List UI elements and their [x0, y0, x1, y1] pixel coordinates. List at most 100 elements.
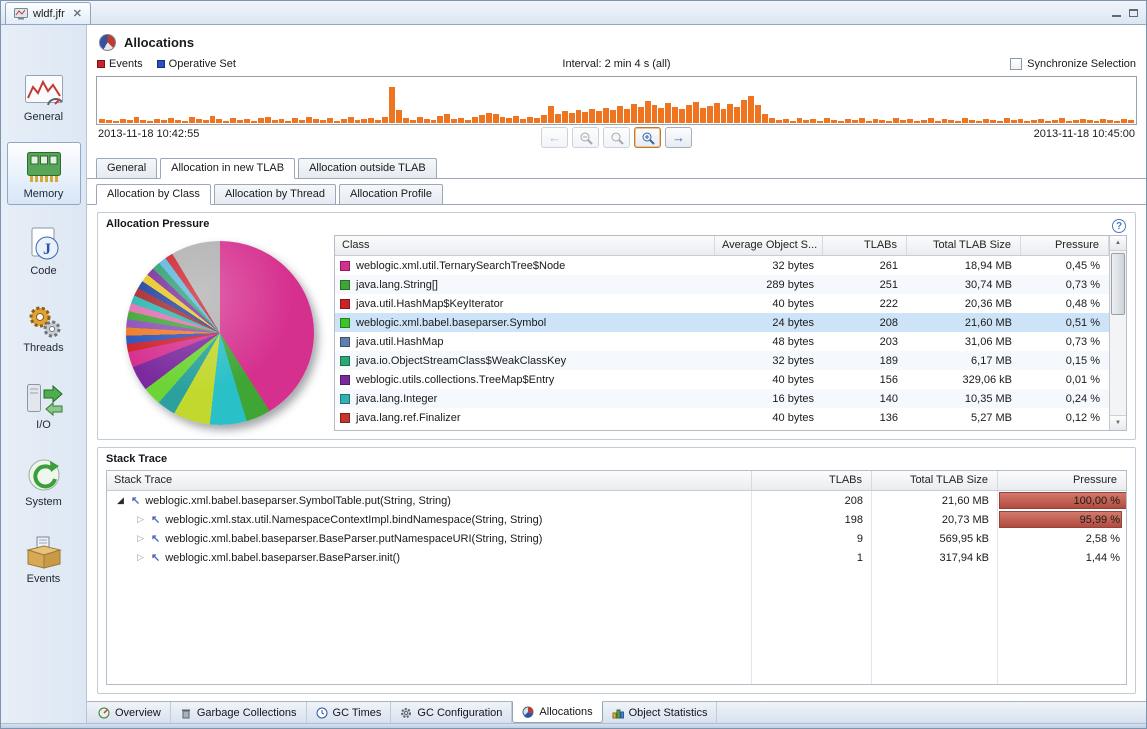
page-tab-gc-configuration[interactable]: GC Configuration [391, 702, 513, 723]
column-header-pressure[interactable]: Pressure [998, 471, 1126, 490]
pressure-cell: 0,73 % [1065, 335, 1100, 348]
stack-trace-row[interactable]: ▷ ↖ weblogic.xml.babel.baseparser.BasePars… [107, 529, 1126, 548]
scroll-down-icon[interactable]: ▼ [1110, 415, 1126, 430]
expander-collapsed-icon[interactable]: ▷ [135, 514, 146, 525]
class-table-row[interactable]: weblogic.xml.babel.baseparser.Symbol 24 b… [335, 313, 1109, 332]
tlabs-cell: 222 [879, 297, 898, 310]
page-tab-garbage-collections[interactable]: Garbage Collections [171, 702, 307, 723]
tab-allocation-by-thread[interactable]: Allocation by Thread [213, 184, 337, 205]
avg-object-size-cell: 40 bytes [772, 411, 814, 424]
column-header-tlabs[interactable]: TLABs [823, 236, 907, 255]
timeline-bar [630, 104, 637, 123]
timeline-bar [810, 119, 817, 123]
timeline-bar [1072, 120, 1079, 123]
total-tlab-size-cell: 21,60 MB [941, 494, 989, 507]
column-header-total-tlab-size[interactable]: Total TLAB Size [872, 471, 998, 490]
class-table-row[interactable]: java.lang.Integer 16 bytes 140 10,35 MB 0,24… [335, 389, 1109, 408]
class-table-row[interactable]: java.util.HashMap 48 bytes 203 31,06 MB 0,73… [335, 332, 1109, 351]
tab-general[interactable]: General [96, 158, 158, 179]
class-table-row[interactable]: weblogic.xml.util.TernarySearchTree$Node… [335, 256, 1109, 275]
tab-allocation-by-class[interactable]: Allocation by Class [96, 184, 211, 205]
page-tab-gc-times[interactable]: GC Times [307, 702, 392, 723]
sidebar-item-events[interactable]: Events [7, 527, 81, 590]
zoom-selection-button[interactable] [603, 127, 630, 148]
class-table-row[interactable]: java.lang.String[] 289 bytes 251 30,74 MB 0,… [335, 275, 1109, 294]
sidebar-item-general[interactable]: General [7, 67, 81, 128]
class-table-row[interactable]: java.util.HashMap$KeyIterator 40 bytes 222… [335, 294, 1109, 313]
stack-frame-cell: ▷ ↖ weblogic.xml.stax.util.NamespaceContex… [107, 513, 752, 527]
timeline-bar [996, 121, 1003, 123]
timeline-bar [444, 114, 451, 123]
jfr-file-icon [14, 7, 28, 19]
stack-trace-row[interactable]: ◢ ↖ weblogic.xml.babel.baseparser.SymbolTa… [107, 491, 1126, 510]
sidebar-label: General [23, 111, 64, 123]
expander-expanded-icon[interactable]: ◢ [115, 495, 126, 506]
pressure-cell: 95,99 % [998, 510, 1126, 529]
close-tab-icon[interactable]: ✕ [73, 7, 82, 20]
class-table-row[interactable]: java.lang.ref.Finalizer 40 bytes 136 5,27 M… [335, 408, 1109, 427]
forward-button[interactable]: → [665, 127, 692, 148]
timeline-bar [174, 120, 181, 123]
expander-collapsed-icon[interactable]: ▷ [135, 552, 146, 563]
tab-allocation-outside-tlab[interactable]: Allocation outside TLAB [298, 158, 437, 179]
maximize-icon[interactable] [1129, 9, 1138, 17]
timeline-bar [299, 120, 306, 123]
timeline-bar [147, 121, 154, 123]
sidebar-item-threads[interactable]: Threads [7, 296, 81, 359]
timeline-bar [844, 119, 851, 123]
forward-arrow-icon: → [672, 130, 685, 145]
total-tlab-size-cell: 20,36 MB [964, 297, 1012, 310]
timeline-bar [133, 117, 140, 123]
help-icon[interactable]: ? [1112, 219, 1126, 233]
timeline-chart[interactable] [96, 76, 1137, 125]
timeline-bar [831, 120, 837, 123]
memory-ram-icon [26, 152, 61, 182]
page-tab-allocations[interactable]: Allocations [512, 701, 603, 723]
expander-collapsed-icon[interactable]: ▷ [135, 533, 146, 544]
column-header-total-tlab-size[interactable]: Total TLAB Size [907, 236, 1021, 255]
stack-frame-icon: ↖ [131, 495, 141, 507]
column-header-avg-object-size[interactable]: Average Object S... [715, 236, 823, 255]
timeline-bar [202, 120, 209, 123]
scrollbar-thumb[interactable] [1111, 253, 1125, 315]
timeline-bar [368, 118, 375, 123]
back-button[interactable]: ← [541, 127, 568, 148]
timeline-bar [699, 108, 706, 123]
timeline-bar [672, 107, 679, 123]
timeline-end-time: 2013-11-18 10:45:00 [1033, 128, 1135, 140]
column-header-pressure[interactable]: Pressure [1021, 236, 1109, 255]
timeline-bar [534, 118, 540, 123]
tab-allocation-profile[interactable]: Allocation Profile [339, 184, 443, 205]
timeline-bar [962, 118, 969, 123]
zoom-in-button[interactable] [634, 127, 661, 148]
column-header-class[interactable]: Class [335, 236, 715, 255]
editor-tab-title: wldf.jfr [33, 7, 65, 20]
class-table-scrollbar[interactable]: ▲ ▼ [1109, 236, 1126, 430]
zoom-out-button[interactable] [572, 127, 599, 148]
zoom-out-icon [580, 132, 593, 145]
sidebar-item-system[interactable]: System [7, 450, 81, 513]
editor-tab-wldf[interactable]: wldf.jfr ✕ [5, 2, 91, 24]
minimize-icon[interactable] [1112, 9, 1121, 17]
timeline-bar [216, 119, 223, 123]
page-tab-object-statistics[interactable]: Object Statistics [603, 702, 718, 723]
total-tlab-size-cell: 569,95 kB [939, 532, 989, 545]
sidebar-item-code[interactable]: J Code [7, 219, 81, 282]
tab-allocation-in-new-tlab[interactable]: Allocation in new TLAB [160, 158, 296, 179]
pressure-cell: 0,45 % [1065, 259, 1100, 272]
class-name-cell: java.lang.String[] [335, 279, 715, 291]
class-table-row[interactable]: java.io.ObjectStreamClass$WeakClassKey 32… [335, 351, 1109, 370]
stack-trace-row[interactable]: ▷ ↖ weblogic.xml.babel.baseparser.BasePars… [107, 548, 1126, 567]
total-tlab-size-cell: 20,73 MB [941, 513, 989, 526]
column-header-tlabs[interactable]: TLABs [752, 471, 872, 490]
sidebar-item-io[interactable]: I/O [7, 373, 81, 436]
class-table-row[interactable]: weblogic.utils.collections.TreeMap$Entry… [335, 370, 1109, 389]
timeline-bar [154, 119, 161, 123]
sidebar-item-memory[interactable]: Memory [6, 142, 81, 205]
stack-trace-row[interactable]: ▷ ↖ weblogic.xml.stax.util.NamespaceContex… [107, 510, 1126, 529]
column-header-stack-trace[interactable]: Stack Trace [107, 471, 752, 490]
allocation-pie[interactable] [126, 241, 314, 425]
scroll-up-icon[interactable]: ▲ [1110, 236, 1126, 251]
sidebar-label: Threads [23, 342, 64, 354]
page-tab-overview[interactable]: Overview [89, 702, 171, 723]
